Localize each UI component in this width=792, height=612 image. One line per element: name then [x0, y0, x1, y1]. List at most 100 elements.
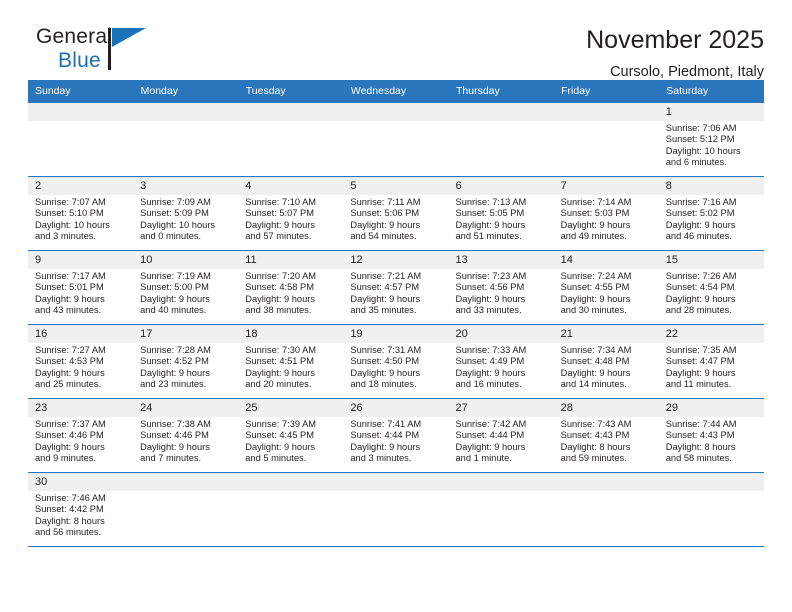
daylight-text-line2: and 35 minutes.: [350, 305, 417, 316]
calendar-cell-day[interactable]: 17 Sunrise: 7:28 AM Sunset: 4:52 PM Dayligh…: [133, 324, 239, 399]
calendar-cell-empty: [133, 472, 239, 547]
calendar-cell-day[interactable]: 26 Sunrise: 7:41 AM Sunset: 4:44 PM Dayligh…: [343, 398, 449, 473]
calendar-cell-day[interactable]: 5 Sunrise: 7:11 AM Sunset: 5:06 PM Daylight…: [343, 176, 449, 251]
weekday-header-sunday: Sunday: [28, 80, 134, 103]
sunrise-text: Sunrise: 7:16 AM: [665, 197, 737, 207]
sunset-text: Sunset: 4:56 PM: [455, 282, 525, 293]
sunrise-text: Sunrise: 7:09 AM: [140, 197, 211, 207]
daylight-text-line2: and 49 minutes.: [560, 231, 627, 242]
calendar-cell-day[interactable]: 30 Sunrise: 7:46 AM Sunset: 4:42 PM Dayligh…: [28, 472, 134, 547]
daylight-text-line1: Daylight: 8 hours: [665, 441, 736, 452]
weekday-header-tuesday: Tuesday: [238, 80, 344, 103]
daylight-text-line2: and 59 minutes.: [560, 453, 627, 464]
brand-name-blue: Blue: [58, 49, 101, 72]
day-number: 27: [448, 399, 554, 417]
calendar-cell-day[interactable]: 24 Sunrise: 7:38 AM Sunset: 4:46 PM Dayligh…: [133, 398, 239, 473]
day-number: 23: [28, 399, 134, 417]
daylight-text-line1: Daylight: 10 hours: [665, 145, 741, 156]
blue-flag-icon: [112, 28, 146, 47]
sunrise-text: Sunrise: 7:07 AM: [35, 197, 106, 207]
calendar-cell-day[interactable]: 10 Sunrise: 7:19 AM Sunset: 5:00 PM Dayligh…: [133, 250, 239, 325]
calendar-cell-day[interactable]: 21 Sunrise: 7:34 AM Sunset: 4:48 PM Dayligh…: [553, 324, 659, 399]
sunrise-text: Sunrise: 7:46 AM: [35, 493, 106, 503]
daylight-text-line2: and 5 minutes.: [245, 453, 307, 464]
sunrise-text: Sunrise: 7:38 AM: [140, 419, 211, 429]
day-box-empty: [553, 103, 659, 176]
daylight-text-line1: Daylight: 9 hours: [35, 441, 105, 452]
calendar-cell-day[interactable]: 4 Sunrise: 7:10 AM Sunset: 5:07 PM Daylight…: [238, 176, 344, 251]
sunrise-text: Sunrise: 7:34 AM: [560, 345, 632, 355]
day-box: 25 Sunrise: 7:39 AM Sunset: 4:45 PM Dayligh…: [238, 399, 344, 472]
day-box: 23 Sunrise: 7:37 AM Sunset: 4:46 PM Dayligh…: [28, 399, 134, 472]
day-number: 7: [553, 177, 659, 195]
calendar-cell-day[interactable]: 20 Sunrise: 7:33 AM Sunset: 4:49 PM Dayligh…: [448, 324, 554, 399]
sunrise-text: Sunrise: 7:23 AM: [455, 271, 527, 281]
calendar-cell-day[interactable]: 7 Sunrise: 7:14 AM Sunset: 5:03 PM Daylight…: [553, 176, 659, 251]
sunset-text: Sunset: 5:09 PM: [140, 208, 209, 219]
calendar-cell-day[interactable]: 11 Sunrise: 7:20 AM Sunset: 4:58 PM Dayligh…: [238, 250, 344, 325]
calendar-cell-day[interactable]: 28 Sunrise: 7:43 AM Sunset: 4:43 PM Dayligh…: [553, 398, 659, 473]
calendar-cell-empty: [658, 472, 764, 547]
day-box: 5 Sunrise: 7:11 AM Sunset: 5:06 PM Daylight…: [343, 177, 449, 250]
page-subtitle: Cursolo, Piedmont, Italy: [610, 63, 764, 80]
daylight-text-line1: Daylight: 9 hours: [665, 293, 736, 304]
calendar-cell-day[interactable]: 13 Sunrise: 7:23 AM Sunset: 4:56 PM Dayligh…: [448, 250, 554, 325]
day-number: 20: [448, 325, 554, 343]
calendar-cell-day[interactable]: 9 Sunrise: 7:17 AM Sunset: 5:01 PM Daylight…: [28, 250, 134, 325]
calendar-cell-day[interactable]: 16 Sunrise: 7:27 AM Sunset: 4:53 PM Dayligh…: [28, 324, 134, 399]
sunset-text: Sunset: 5:06 PM: [350, 208, 420, 219]
brand-logo[interactable]: General Blue: [28, 26, 178, 78]
calendar-cell-day[interactable]: 1 Sunrise: 7:06 AM Sunset: 5:12 PM Daylight…: [658, 102, 764, 177]
day-number-empty: [448, 473, 554, 491]
day-number: 16: [28, 325, 134, 343]
day-box: 18 Sunrise: 7:30 AM Sunset: 4:51 PM Dayligh…: [238, 325, 344, 398]
calendar-cell-day[interactable]: 27 Sunrise: 7:42 AM Sunset: 4:44 PM Dayligh…: [448, 398, 554, 473]
day-sun-info: Sunrise: 7:11 AM Sunset: 5:06 PM Daylight:…: [343, 195, 448, 243]
weekday-header-monday: Monday: [133, 80, 239, 103]
sunset-text: Sunset: 4:44 PM: [350, 430, 420, 441]
daylight-text-line2: and 11 minutes.: [665, 379, 732, 390]
day-box-empty: [238, 473, 344, 546]
day-number: 8: [658, 177, 764, 195]
day-box-empty: [343, 103, 449, 176]
day-sun-info: Sunrise: 7:35 AM Sunset: 4:47 PM Daylight:…: [659, 343, 764, 391]
daylight-text-line1: Daylight: 9 hours: [245, 367, 316, 378]
day-box: 24 Sunrise: 7:38 AM Sunset: 4:46 PM Dayligh…: [133, 399, 239, 472]
calendar-cell-day[interactable]: 14 Sunrise: 7:24 AM Sunset: 4:55 PM Dayligh…: [553, 250, 659, 325]
day-box: 4 Sunrise: 7:10 AM Sunset: 5:07 PM Daylight…: [238, 177, 344, 250]
calendar-cell-day[interactable]: 29 Sunrise: 7:44 AM Sunset: 4:43 PM Dayligh…: [658, 398, 764, 473]
brand-name-general: General: [36, 25, 113, 48]
day-number: 6: [448, 177, 554, 195]
day-box: 21 Sunrise: 7:34 AM Sunset: 4:48 PM Dayligh…: [553, 325, 659, 398]
calendar-week-row: 23 Sunrise: 7:37 AM Sunset: 4:46 PM Dayligh…: [28, 398, 764, 473]
calendar-cell-empty: [553, 472, 659, 547]
day-number: 21: [553, 325, 659, 343]
calendar-cell-day[interactable]: 19 Sunrise: 7:31 AM Sunset: 4:50 PM Dayligh…: [343, 324, 449, 399]
day-box: 6 Sunrise: 7:13 AM Sunset: 5:05 PM Daylight…: [448, 177, 554, 250]
calendar-cell-day[interactable]: 22 Sunrise: 7:35 AM Sunset: 4:47 PM Dayligh…: [658, 324, 764, 399]
daylight-text-line1: Daylight: 9 hours: [665, 367, 736, 378]
sunrise-text: Sunrise: 7:24 AM: [560, 271, 632, 281]
daylight-text-line1: Daylight: 10 hours: [140, 219, 216, 230]
sunrise-text: Sunrise: 7:28 AM: [140, 345, 211, 355]
day-number-empty: [28, 103, 134, 121]
sunset-text: Sunset: 4:46 PM: [35, 430, 104, 441]
day-sun-info: Sunrise: 7:13 AM Sunset: 5:05 PM Daylight:…: [449, 195, 554, 243]
calendar-cell-day[interactable]: 8 Sunrise: 7:16 AM Sunset: 5:02 PM Daylight…: [658, 176, 764, 251]
sunrise-text: Sunrise: 7:10 AM: [245, 197, 317, 207]
calendar-cell-day[interactable]: 2 Sunrise: 7:07 AM Sunset: 5:10 PM Daylight…: [28, 176, 134, 251]
calendar-cell-day[interactable]: 15 Sunrise: 7:26 AM Sunset: 4:54 PM Dayligh…: [658, 250, 764, 325]
calendar-cell-day[interactable]: 12 Sunrise: 7:21 AM Sunset: 4:57 PM Dayligh…: [343, 250, 449, 325]
day-number: 19: [343, 325, 449, 343]
calendar-cell-day[interactable]: 25 Sunrise: 7:39 AM Sunset: 4:45 PM Dayligh…: [238, 398, 344, 473]
calendar-cell-day[interactable]: 3 Sunrise: 7:09 AM Sunset: 5:09 PM Daylight…: [133, 176, 239, 251]
calendar-cell-day[interactable]: 23 Sunrise: 7:37 AM Sunset: 4:46 PM Dayligh…: [28, 398, 134, 473]
calendar-cell-day[interactable]: 6 Sunrise: 7:13 AM Sunset: 5:05 PM Daylight…: [448, 176, 554, 251]
daylight-text-line1: Daylight: 9 hours: [350, 219, 421, 230]
day-sun-info: Sunrise: 7:42 AM Sunset: 4:44 PM Daylight:…: [449, 417, 554, 465]
calendar-body: 1 Sunrise: 7:06 AM Sunset: 5:12 PM Daylight…: [28, 102, 764, 547]
daylight-text-line2: and 3 minutes.: [350, 453, 412, 464]
calendar-cell-day[interactable]: 18 Sunrise: 7:30 AM Sunset: 4:51 PM Dayligh…: [238, 324, 344, 399]
day-box: 19 Sunrise: 7:31 AM Sunset: 4:50 PM Dayligh…: [343, 325, 449, 398]
day-number: 26: [343, 399, 449, 417]
